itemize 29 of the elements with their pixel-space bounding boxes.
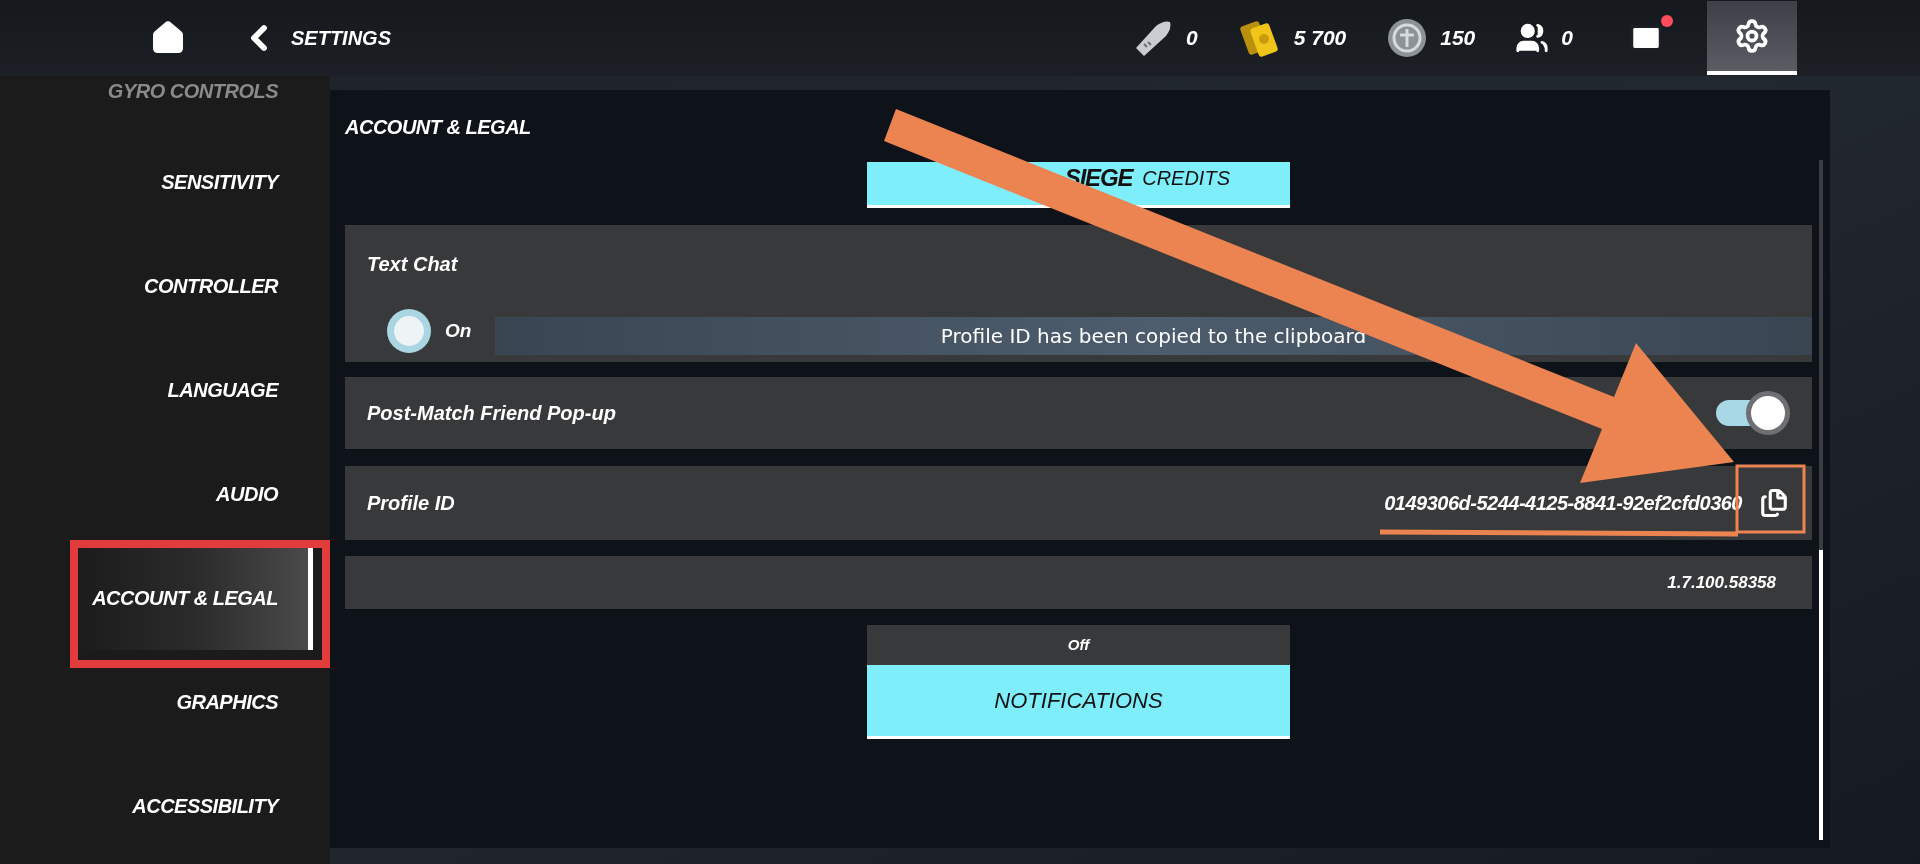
currency-amount: 5 700: [1293, 25, 1347, 52]
sidebar-item[interactable]: CONTROLLER: [73, 234, 313, 338]
currency-amount: 0: [1186, 25, 1198, 52]
section-title: ACCOUNT & LEGAL: [345, 115, 532, 140]
sidebar-item[interactable]: LANGUAGE: [73, 338, 313, 442]
people-icon: [1515, 21, 1550, 55]
setting-label: Profile ID: [367, 491, 455, 516]
sidebar-item[interactable]: SENSITIVITY: [73, 130, 313, 234]
sidebar-item[interactable]: ACCESSIBILITY: [73, 754, 313, 858]
home-icon: [150, 20, 186, 56]
sidebar-item[interactable]: AUDIO: [73, 442, 313, 546]
settings-icon: [1734, 18, 1770, 54]
version-number: 1.7.100.58358: [1667, 571, 1776, 594]
sidebar-item[interactable]: GRAPHICS: [73, 650, 313, 754]
radio-button[interactable]: [387, 309, 431, 353]
setting-label: Text Chat: [367, 253, 458, 275]
copy-icon: [1759, 488, 1789, 518]
notifications-button[interactable]: NOTIFICATIONS: [867, 665, 1290, 739]
setting-label: Post-Match Friend Pop-up: [367, 401, 616, 426]
radio-label: On: [445, 318, 472, 343]
settings-tab[interactable]: [1707, 1, 1797, 75]
currency-amount: 150: [1440, 25, 1476, 52]
toast-notification: Profile ID has been copied to the clipboard: [495, 317, 1812, 355]
currency-amount: 0: [1561, 25, 1573, 52]
page-title: SETTINGS: [291, 26, 391, 51]
badge-icon: [1386, 17, 1429, 59]
sidebar-item[interactable]: GYRO CONTROLS: [73, 76, 313, 106]
status-label: Off: [867, 625, 1290, 665]
scrollbar-thumb[interactable]: [1819, 550, 1823, 840]
